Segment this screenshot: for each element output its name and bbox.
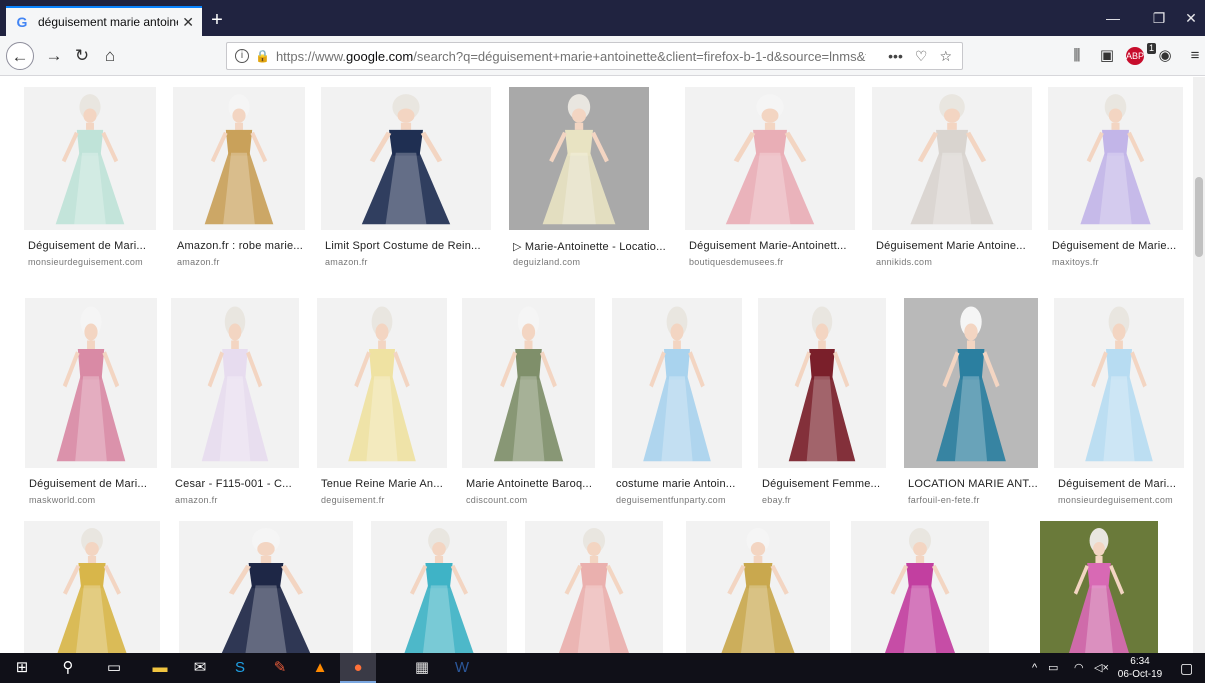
result-thumbnail[interactable] <box>1040 521 1158 653</box>
result-source[interactable]: maskworld.com <box>29 495 95 505</box>
result-thumbnail[interactable] <box>851 521 989 653</box>
result-thumbnail[interactable] <box>317 298 447 468</box>
result-title[interactable]: Déguisement Marie Antoine... <box>876 240 1036 252</box>
result-title[interactable]: ▷ Marie-Antoinette - Locatio... <box>513 240 673 253</box>
tray-overflow-icon[interactable]: ^ <box>1032 653 1037 683</box>
result-thumbnail[interactable] <box>25 298 157 468</box>
result-thumbnail[interactable] <box>872 87 1032 230</box>
result-source[interactable]: amazon.fr <box>177 257 220 267</box>
result-title[interactable]: Cesar - F115-001 - C... <box>175 478 335 490</box>
forward-button[interactable]: → <box>40 42 68 70</box>
wifi-icon[interactable]: ◠ <box>1074 653 1084 683</box>
library-icon[interactable]: ⫼ <box>1066 46 1088 66</box>
result-source[interactable]: cdiscount.com <box>466 495 527 505</box>
result-thumbnail[interactable] <box>525 521 663 653</box>
result-source[interactable]: monsieurdeguisement.com <box>28 257 143 267</box>
tab-title: déguisement marie antoinette <box>38 15 178 29</box>
result-source[interactable]: ebay.fr <box>762 495 791 505</box>
sidebar-icon[interactable]: ▣ <box>1096 46 1118 66</box>
adblock-icon[interactable]: ABP 1 <box>1126 43 1156 67</box>
scrollbar-thumb[interactable] <box>1195 177 1203 257</box>
result-source[interactable]: farfouil-en-fete.fr <box>908 495 980 505</box>
bookmark-star-icon[interactable]: ☆ <box>939 48 952 65</box>
result-title[interactable]: Déguisement Femme... <box>762 478 922 490</box>
browser-window: G déguisement marie antoinette ✕ + — ❐ ✕… <box>0 0 1205 683</box>
result-thumbnail[interactable] <box>462 298 595 468</box>
image-results-grid: Déguisement de Mari... monsieurdeguisemen… <box>0 77 1205 653</box>
result-thumbnail[interactable] <box>321 87 491 230</box>
pocket-icon[interactable]: ♡ <box>915 48 928 65</box>
skype-icon[interactable]: S <box>222 653 258 683</box>
lock-icon[interactable]: 🔒 <box>255 49 270 63</box>
result-thumbnail[interactable] <box>173 87 305 230</box>
result-title[interactable]: Limit Sport Costume de Rein... <box>325 240 485 252</box>
tab-bar: G déguisement marie antoinette ✕ + <box>0 0 1205 36</box>
7zip-icon[interactable]: ▦ <box>404 653 440 683</box>
menu-icon[interactable]: ≡ <box>1186 46 1204 66</box>
new-tab-button[interactable]: + <box>202 6 232 36</box>
result-title[interactable]: Déguisement de Mari... <box>28 240 188 252</box>
search-icon[interactable]: ⚲ <box>50 653 86 683</box>
result-source[interactable]: amazon.fr <box>325 257 368 267</box>
word-icon[interactable]: W <box>444 653 480 683</box>
volume-icon[interactable]: ◁× <box>1094 653 1109 683</box>
result-thumbnail[interactable] <box>1048 87 1183 230</box>
close-window-icon[interactable]: ✕ <box>1168 0 1205 36</box>
result-title[interactable]: Déguisement Marie-Antoinett... <box>689 240 849 252</box>
minimize-icon[interactable]: — <box>1090 0 1136 36</box>
close-tab-icon[interactable]: ✕ <box>182 14 194 31</box>
result-source[interactable]: boutiquesdemusees.fr <box>689 257 784 267</box>
result-source[interactable]: annikids.com <box>876 257 932 267</box>
clock[interactable]: 6:34 06-Oct-19 <box>1116 655 1164 681</box>
vlc-icon[interactable]: ▲ <box>302 653 338 683</box>
result-title[interactable]: Déguisement de Marie... <box>1052 240 1205 252</box>
extension-icon[interactable]: ◉ <box>1154 46 1176 66</box>
result-title[interactable]: Tenue Reine Marie An... <box>321 478 481 490</box>
result-thumbnail[interactable] <box>509 87 649 230</box>
result-thumbnail[interactable] <box>758 298 886 468</box>
result-thumbnail[interactable] <box>371 521 507 653</box>
paint-icon[interactable]: ✎ <box>262 653 298 683</box>
result-title[interactable]: Déguisement de Mari... <box>1058 478 1205 490</box>
file-explorer-icon[interactable]: ▬ <box>142 653 178 683</box>
url-bar[interactable]: i 🔒 https://www.google.com/search?q=dégu… <box>226 42 963 70</box>
result-title[interactable]: Déguisement de Mari... <box>29 478 189 490</box>
result-title[interactable]: Marie Antoinette Baroq... <box>466 478 626 490</box>
result-thumbnail[interactable] <box>179 521 353 653</box>
result-thumbnail[interactable] <box>1054 298 1184 468</box>
taskbar: ⊞ ⚲ ▭ ▬ ✉ S ✎ ▲ ● ▦ W ^ ▭ ◠ ◁× 6:34 06-O… <box>0 653 1205 683</box>
task-view-icon[interactable]: ▭ <box>96 653 132 683</box>
scrollbar[interactable] <box>1193 77 1205 653</box>
home-button[interactable]: ⌂ <box>96 42 124 70</box>
result-thumbnail[interactable] <box>171 298 299 468</box>
result-source[interactable]: maxitoys.fr <box>1052 257 1099 267</box>
result-thumbnail[interactable] <box>686 521 830 653</box>
url-text[interactable]: https://www.google.com/search?q=déguisem… <box>276 49 866 64</box>
result-thumbnail[interactable] <box>612 298 742 468</box>
result-thumbnail[interactable] <box>24 87 156 230</box>
windows-start-icon[interactable]: ⊞ <box>4 653 40 683</box>
result-thumbnail[interactable] <box>24 521 160 653</box>
page-actions-icon[interactable]: ••• <box>888 48 903 65</box>
back-button[interactable]: ← <box>6 42 34 70</box>
result-source[interactable]: deguizland.com <box>513 257 580 267</box>
result-title[interactable]: LOCATION MARIE ANT... <box>908 478 1068 490</box>
result-source[interactable]: deguisementfunparty.com <box>616 495 726 505</box>
mail-icon[interactable]: ✉ <box>182 653 218 683</box>
tab-search[interactable]: G déguisement marie antoinette ✕ <box>6 6 202 36</box>
firefox-icon[interactable]: ● <box>340 653 376 683</box>
result-thumbnail[interactable] <box>685 87 855 230</box>
info-icon[interactable]: i <box>235 49 249 63</box>
battery-icon[interactable]: ▭ <box>1048 653 1058 683</box>
reload-button[interactable]: ↻ <box>68 42 96 70</box>
notifications-icon[interactable]: ▢ <box>1180 653 1193 683</box>
result-source[interactable]: amazon.fr <box>175 495 218 505</box>
result-title[interactable]: Amazon.fr : robe marie... <box>177 240 337 252</box>
result-title[interactable]: costume marie Antoin... <box>616 478 776 490</box>
nav-toolbar: ← → ↻ ⌂ i 🔒 https://www.google.com/searc… <box>0 36 1205 76</box>
google-icon: G <box>16 14 28 30</box>
result-source[interactable]: deguisement.fr <box>321 495 385 505</box>
result-source[interactable]: monsieurdeguisement.com <box>1058 495 1173 505</box>
result-thumbnail[interactable] <box>904 298 1038 468</box>
